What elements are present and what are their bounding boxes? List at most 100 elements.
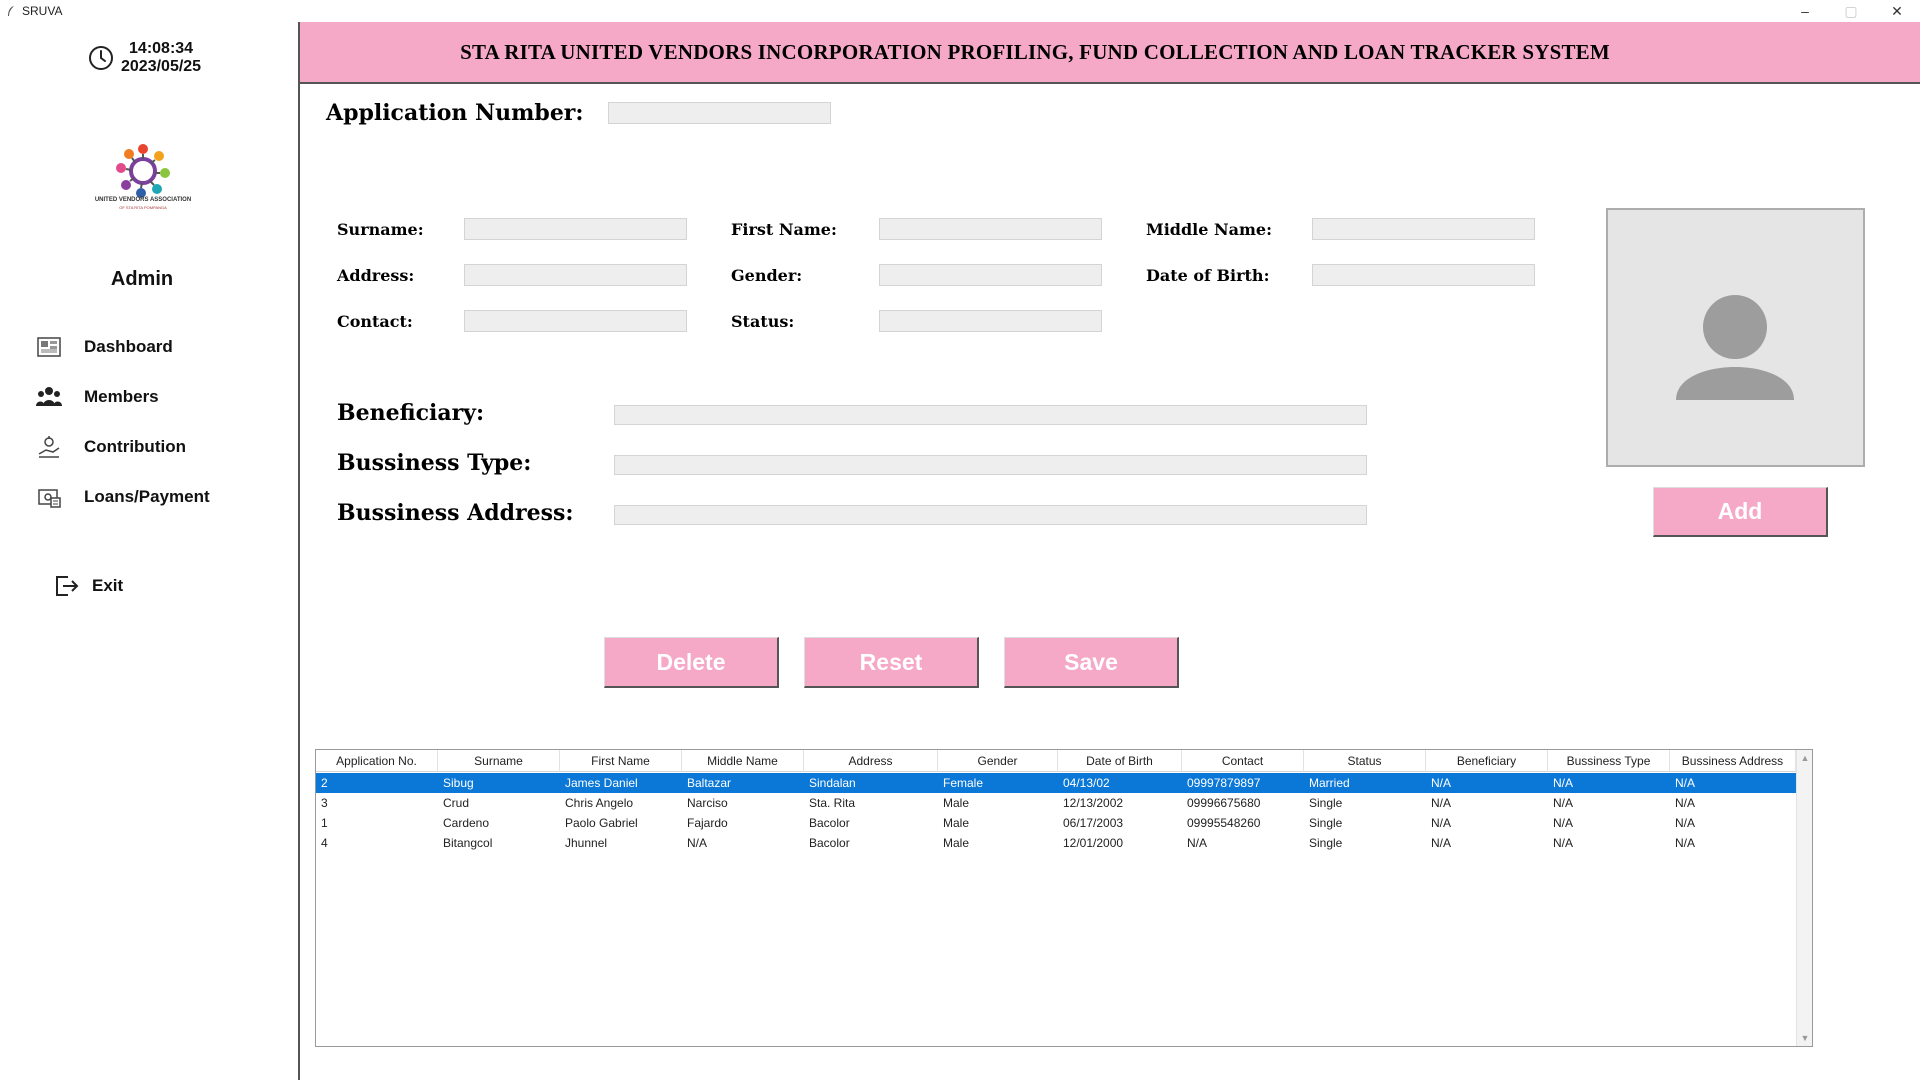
column-header[interactable]: Gender bbox=[938, 750, 1058, 772]
delete-button[interactable]: Delete bbox=[604, 637, 779, 688]
table-cell: 09996675680 bbox=[1187, 796, 1261, 810]
sidebar-item-contribution[interactable]: Contribution bbox=[36, 422, 210, 472]
column-header[interactable]: Surname bbox=[438, 750, 560, 772]
gender-field[interactable] bbox=[879, 264, 1102, 286]
sidebar-item-label: Contribution bbox=[84, 437, 186, 456]
table-cell: Cardeno bbox=[443, 816, 490, 830]
column-header[interactable]: Application No. bbox=[316, 750, 438, 772]
beneficiary-field[interactable] bbox=[614, 405, 1367, 425]
window-controls: – ▢ ✕ bbox=[1782, 0, 1920, 22]
table-cell: N/A bbox=[1553, 816, 1574, 830]
date-of-birth-label: Date of Birth: bbox=[1146, 266, 1270, 285]
table-cell: Chris Angelo bbox=[565, 796, 634, 810]
reset-button[interactable]: Reset bbox=[804, 637, 979, 688]
sidebar-item-dashboard[interactable]: Dashboard bbox=[36, 322, 210, 372]
table-cell: Married bbox=[1309, 776, 1350, 790]
table-cell: Narciso bbox=[687, 796, 728, 810]
column-header[interactable]: Bussiness Type bbox=[1548, 750, 1670, 772]
table-cell: Sindalan bbox=[809, 776, 856, 790]
table-row[interactable]: 3 Crud Chris Angelo Narciso Sta. Rita Male 12/… bbox=[316, 793, 1796, 813]
save-button[interactable]: Save bbox=[1004, 637, 1179, 688]
scroll-up-icon[interactable]: ▲ bbox=[1797, 750, 1813, 766]
table-cell: 2 bbox=[321, 776, 328, 790]
table-cell: N/A bbox=[1675, 776, 1696, 790]
first-name-field[interactable] bbox=[879, 218, 1102, 240]
contact-label: Contact: bbox=[337, 312, 413, 331]
column-header[interactable]: Status bbox=[1304, 750, 1426, 772]
minimize-button[interactable]: – bbox=[1782, 0, 1828, 22]
page-title: STA RITA UNITED VENDORS INCORPORATION PR… bbox=[460, 39, 1610, 64]
table-cell: N/A bbox=[1187, 836, 1208, 850]
add-photo-button[interactable]: Add bbox=[1653, 487, 1828, 537]
address-label: Address: bbox=[337, 266, 415, 285]
association-logo bbox=[116, 144, 170, 198]
dashboard-icon bbox=[37, 337, 61, 357]
column-header[interactable]: Address bbox=[804, 750, 938, 772]
table-cell: Sta. Rita bbox=[809, 796, 856, 810]
logo-subcaption: OF STA RITA POMPANGA bbox=[119, 205, 167, 210]
table-cell: Jhunnel bbox=[565, 836, 608, 850]
middle-name-field[interactable] bbox=[1312, 218, 1535, 240]
sidebar-item-label: Loans/Payment bbox=[84, 487, 210, 506]
business-address-label: Bussiness Address: bbox=[337, 500, 574, 526]
table-cell: Single bbox=[1309, 816, 1343, 830]
table-cell: 1 bbox=[321, 816, 328, 830]
table-cell: 09995548260 bbox=[1187, 816, 1261, 830]
sidebar-item-loans-payment[interactable]: Loans/Payment bbox=[36, 472, 210, 522]
members-table[interactable]: Application No. Surname First Name Middle N… bbox=[315, 749, 1813, 1047]
beneficiary-label: Beneficiary: bbox=[337, 400, 485, 426]
app-header: STA RITA UNITED VENDORS INCORPORATION PR… bbox=[300, 22, 1920, 84]
members-icon bbox=[36, 387, 62, 406]
first-name-label: First Name: bbox=[731, 220, 837, 239]
table-cell: N/A bbox=[1675, 796, 1696, 810]
window-title: SRUVA bbox=[22, 4, 63, 18]
column-header[interactable]: First Name bbox=[560, 750, 682, 772]
column-header[interactable]: Middle Name bbox=[682, 750, 804, 772]
table-cell: N/A bbox=[1675, 836, 1696, 850]
exit-button[interactable]: Exit bbox=[52, 572, 123, 600]
member-photo bbox=[1606, 208, 1865, 467]
table-scrollbar[interactable]: ▲ ▼ bbox=[1796, 750, 1812, 1046]
table-cell: N/A bbox=[1431, 816, 1452, 830]
table-cell: 12/01/2000 bbox=[1063, 836, 1124, 850]
table-cell: N/A bbox=[1553, 836, 1574, 850]
user-avatar-icon bbox=[1676, 295, 1794, 400]
table-row[interactable]: 2 Sibug James Daniel Baltazar Sindalan Female… bbox=[316, 773, 1796, 793]
table-row[interactable]: 1 Cardeno Paolo Gabriel Fajardo Bacolor Male 0… bbox=[316, 813, 1796, 833]
table-cell: N/A bbox=[1431, 796, 1452, 810]
table-cell: Male bbox=[943, 816, 970, 830]
middle-name-label: Middle Name: bbox=[1146, 220, 1272, 239]
table-cell: 12/13/2002 bbox=[1063, 796, 1124, 810]
exit-icon bbox=[56, 576, 79, 596]
table-cell: Male bbox=[943, 796, 970, 810]
business-type-field[interactable] bbox=[614, 455, 1367, 475]
date-of-birth-field[interactable] bbox=[1312, 264, 1535, 286]
clock-text: 14:08:34 2023/05/25 bbox=[121, 40, 201, 76]
table-cell: 06/17/2003 bbox=[1063, 816, 1124, 830]
contact-field[interactable] bbox=[464, 310, 687, 332]
column-header[interactable]: Date of Birth bbox=[1058, 750, 1182, 772]
column-header[interactable]: Bussiness Address bbox=[1670, 750, 1796, 772]
table-cell: Bitangcol bbox=[443, 836, 493, 850]
application-number-label: Application Number: bbox=[326, 100, 584, 126]
application-number-field[interactable] bbox=[608, 102, 831, 124]
address-field[interactable] bbox=[464, 264, 687, 286]
business-address-field[interactable] bbox=[614, 505, 1367, 525]
table-cell: Paolo Gabriel bbox=[565, 816, 638, 830]
sidebar-item-members[interactable]: Members bbox=[36, 372, 210, 422]
table-cell: James Daniel bbox=[565, 776, 638, 790]
clock: 14:08:34 2023/05/25 bbox=[88, 40, 201, 76]
table-header: Application No. Surname First Name Middle N… bbox=[316, 750, 1796, 772]
sidebar-item-label: Dashboard bbox=[84, 337, 173, 356]
close-button[interactable]: ✕ bbox=[1874, 0, 1920, 22]
clock-icon bbox=[89, 46, 113, 70]
maximize-button[interactable]: ▢ bbox=[1828, 0, 1874, 22]
clock-date: 2023/05/25 bbox=[121, 58, 202, 75]
surname-field[interactable] bbox=[464, 218, 687, 240]
status-field[interactable] bbox=[879, 310, 1102, 332]
table-row[interactable]: 4 Bitangcol Jhunnel N/A Bacolor Male 12/01/200… bbox=[316, 833, 1796, 853]
column-header[interactable]: Contact bbox=[1182, 750, 1304, 772]
column-header[interactable]: Beneficiary bbox=[1426, 750, 1548, 772]
business-type-label: Bussiness Type: bbox=[337, 450, 532, 476]
scroll-down-icon[interactable]: ▼ bbox=[1797, 1030, 1813, 1046]
